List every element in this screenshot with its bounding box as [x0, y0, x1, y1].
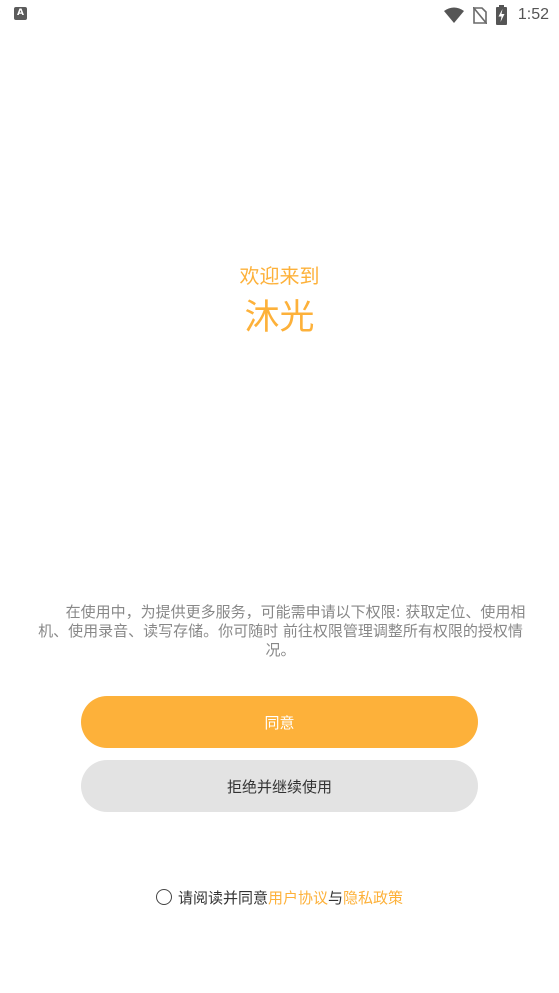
welcome-greeting: 欢迎来到	[239, 264, 320, 288]
permission-notice: 在使用中，为提供更多服务，可能需申请以下权限: 获取定位、使用相机、使用录音、读…	[38, 603, 526, 659]
app-name-title: 沐光	[244, 298, 315, 338]
privacy-policy-link[interactable]: 隐私政策	[343, 887, 403, 908]
agree-button-label: 同意	[264, 713, 295, 732]
battery-charging-icon	[495, 5, 507, 25]
app-notification-icon: A	[14, 7, 27, 20]
wifi-icon	[443, 7, 464, 23]
no-sim-icon	[472, 6, 487, 24]
status-bar: A 1:52	[0, 0, 559, 30]
user-agreement-link[interactable]: 用户协议	[268, 887, 328, 908]
decline-continue-button[interactable]: 拒绝并继续使用	[81, 760, 478, 812]
status-indicators: 1:52	[443, 4, 549, 26]
agree-button[interactable]: 同意	[81, 696, 478, 748]
agreement-conjunction: 与	[328, 888, 344, 907]
status-time: 1:52	[517, 6, 549, 23]
agreement-radio[interactable]	[155, 889, 172, 905]
agreement-row: 请阅读并同意 用户协议 与 隐私政策	[0, 885, 559, 909]
decline-button-label: 拒绝并继续使用	[226, 777, 332, 796]
agreement-prefix: 请阅读并同意	[177, 888, 268, 907]
